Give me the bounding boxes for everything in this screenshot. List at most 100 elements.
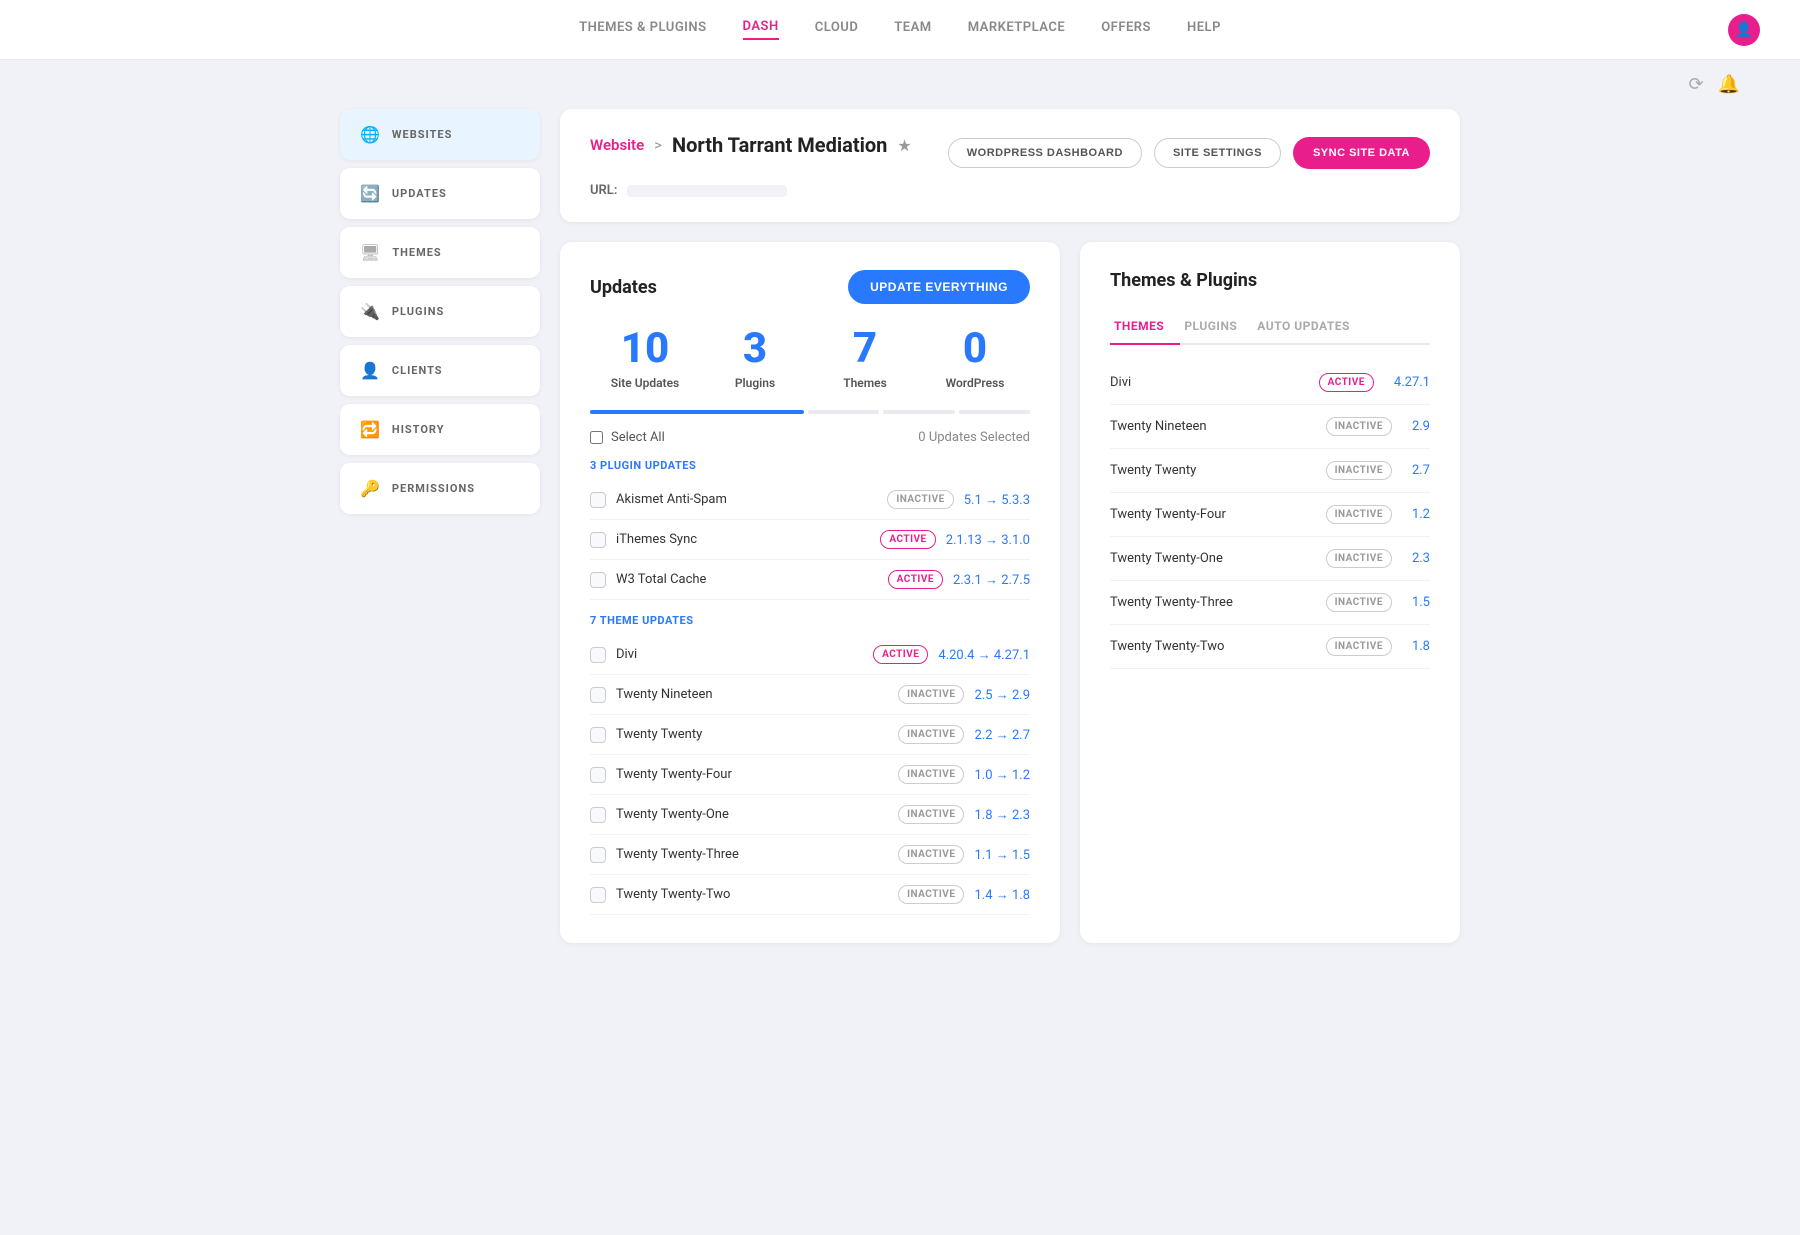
theme-t23-version: 1.5 <box>1412 595 1430 610</box>
t19-checkbox[interactable] <box>590 687 606 703</box>
theme-row-t24: Twenty Twenty-Four INACTIVE 1.2 <box>1110 493 1430 537</box>
update-row-ithemes: iThemes Sync ACTIVE 2.1.13 → 3.1.0 <box>590 520 1030 560</box>
breadcrumb-website[interactable]: Website <box>590 136 644 154</box>
stat-label-site: Site Updates <box>590 376 700 390</box>
t24-checkbox[interactable] <box>590 767 606 783</box>
sync-site-data-button[interactable]: SYNC SITE DATA <box>1293 137 1430 169</box>
nav-offers[interactable]: OFFERS <box>1101 20 1151 39</box>
sidebar-item-plugins[interactable]: 🔌 PLUGINS <box>340 286 540 337</box>
progress-tab-1 <box>808 410 879 414</box>
sidebar-label-history: HISTORY <box>392 423 445 436</box>
ithemes-checkbox[interactable] <box>590 532 606 548</box>
akismet-checkbox[interactable] <box>590 492 606 508</box>
tab-themes[interactable]: THEMES <box>1110 311 1180 345</box>
nav-themes-plugins[interactable]: THEMES & PLUGINS <box>579 20 706 39</box>
plugin-section-header: 3 PLUGIN UPDATES <box>590 459 1030 472</box>
theme-t24-name: Twenty Twenty-Four <box>1110 507 1316 522</box>
theme-row-divi: Divi ACTIVE 4.27.1 <box>1110 361 1430 405</box>
t23-checkbox[interactable] <box>590 847 606 863</box>
ithemes-status: ACTIVE <box>880 530 935 549</box>
updates-count: 0 Updates Selected <box>918 430 1030 445</box>
divi-checkbox[interactable] <box>590 647 606 663</box>
sidebar-label-clients: CLIENTS <box>392 364 443 377</box>
nav-marketplace[interactable]: MARKETPLACE <box>968 20 1066 39</box>
theme-t21-status: INACTIVE <box>1326 549 1392 568</box>
stat-plugins: 3 Plugins <box>700 328 810 390</box>
sidebar-item-permissions[interactable]: 🔑 PERMISSIONS <box>340 463 540 514</box>
t24-version: 1.0 → 1.2 <box>974 767 1030 783</box>
themes-icon: 🖥 <box>360 243 380 262</box>
akismet-status: INACTIVE <box>887 490 953 509</box>
stat-number-site: 10 <box>590 328 700 370</box>
update-row-t23: Twenty Twenty-Three INACTIVE 1.1 → 1.5 <box>590 835 1030 875</box>
nav-help[interactable]: HELP <box>1187 20 1221 39</box>
theme-t19-version: 2.9 <box>1412 419 1430 434</box>
plugins-icon: 🔌 <box>360 302 380 321</box>
update-row-t20: Twenty Twenty INACTIVE 2.2 → 2.7 <box>590 715 1030 755</box>
select-all-checkbox[interactable] <box>590 431 603 444</box>
nav-cloud[interactable]: CLOUD <box>815 20 859 39</box>
themes-tabs: THEMES PLUGINS AUTO UPDATES <box>1110 311 1430 345</box>
select-all-label[interactable]: Select All <box>590 430 665 445</box>
nav-team[interactable]: TEAM <box>894 20 931 39</box>
t21-checkbox[interactable] <box>590 807 606 823</box>
t23-version: 1.1 → 1.5 <box>974 847 1030 863</box>
theme-t23-name: Twenty Twenty-Three <box>1110 595 1316 610</box>
refresh-icon[interactable]: ⟳ <box>1688 74 1703 95</box>
t19-name: Twenty Nineteen <box>616 687 888 702</box>
stat-number-plugins: 3 <box>700 328 810 370</box>
theme-divi-name: Divi <box>1110 375 1309 390</box>
nav-dash[interactable]: DASH <box>743 19 779 40</box>
update-row-t21: Twenty Twenty-One INACTIVE 1.8 → 2.3 <box>590 795 1030 835</box>
theme-t19-name: Twenty Nineteen <box>1110 419 1316 434</box>
t22-checkbox[interactable] <box>590 887 606 903</box>
progress-tab-2 <box>883 410 954 414</box>
sidebar-item-history[interactable]: 🔁 HISTORY <box>340 404 540 455</box>
t20-status: INACTIVE <box>898 725 964 744</box>
tab-plugins[interactable]: PLUGINS <box>1180 311 1253 345</box>
sidebar-item-themes[interactable]: 🖥 THEMES <box>340 227 540 278</box>
main-layout: 🌐 WEBSITES 🔄 UPDATES 🖥 THEMES 🔌 PLUGINS … <box>300 109 1500 983</box>
sidebar-item-websites[interactable]: 🌐 WEBSITES <box>340 109 540 160</box>
update-everything-button[interactable]: UPDATE EVERYTHING <box>848 270 1030 304</box>
t22-status: INACTIVE <box>898 885 964 904</box>
globe-icon: 🌐 <box>360 125 380 144</box>
t20-version: 2.2 → 2.7 <box>974 727 1030 743</box>
tab-auto-updates[interactable]: AUTO UPDATES <box>1253 311 1366 345</box>
site-settings-button[interactable]: SITE SETTINGS <box>1154 138 1281 168</box>
ithemes-version: 2.1.13 → 3.1.0 <box>946 532 1030 548</box>
divi-name: Divi <box>616 647 863 662</box>
t20-checkbox[interactable] <box>590 727 606 743</box>
progress-tab-3 <box>959 410 1030 414</box>
sidebar: 🌐 WEBSITES 🔄 UPDATES 🖥 THEMES 🔌 PLUGINS … <box>340 109 540 943</box>
sidebar-label-plugins: PLUGINS <box>392 305 444 318</box>
theme-row-t20: Twenty Twenty INACTIVE 2.7 <box>1110 449 1430 493</box>
update-row-w3: W3 Total Cache ACTIVE 2.3.1 → 2.7.5 <box>590 560 1030 600</box>
sidebar-item-updates[interactable]: 🔄 UPDATES <box>340 168 540 219</box>
ithemes-name: iThemes Sync <box>616 532 870 547</box>
w3-checkbox[interactable] <box>590 572 606 588</box>
breadcrumb-site-name: North Tarrant Mediation <box>672 133 887 157</box>
update-row-akismet: Akismet Anti-Spam INACTIVE 5.1 → 5.3.3 <box>590 480 1030 520</box>
t24-name: Twenty Twenty-Four <box>616 767 888 782</box>
user-avatar[interactable]: 👤 <box>1728 14 1760 46</box>
theme-t22-status: INACTIVE <box>1326 637 1392 656</box>
divi-version: 4.20.4 → 4.27.1 <box>938 647 1030 663</box>
update-row-t24: Twenty Twenty-Four INACTIVE 1.0 → 1.2 <box>590 755 1030 795</box>
plugin-updates-list: Akismet Anti-Spam INACTIVE 5.1 → 5.3.3 i… <box>590 480 1030 600</box>
sidebar-item-clients[interactable]: 👤 CLIENTS <box>340 345 540 396</box>
updates-card: Updates UPDATE EVERYTHING 10 Site Update… <box>560 242 1060 943</box>
updates-icon: 🔄 <box>360 184 380 203</box>
theme-t19-status: INACTIVE <box>1326 417 1392 436</box>
star-icon[interactable]: ★ <box>897 136 911 155</box>
divi-status: ACTIVE <box>873 645 928 664</box>
progress-tab-0 <box>590 410 804 414</box>
wordpress-dashboard-button[interactable]: WORDPRESS DASHBOARD <box>948 138 1142 168</box>
stats-row: 10 Site Updates 3 Plugins 7 Themes 0 Wor… <box>590 328 1030 390</box>
select-all-row: Select All 0 Updates Selected <box>590 430 1030 445</box>
history-icon: 🔁 <box>360 420 380 439</box>
update-row-t22: Twenty Twenty-Two INACTIVE 1.4 → 1.8 <box>590 875 1030 915</box>
bell-icon[interactable]: 🔔 <box>1718 74 1740 95</box>
site-header-card: Website > North Tarrant Mediation ★ WORD… <box>560 109 1460 222</box>
permissions-icon: 🔑 <box>360 479 380 498</box>
